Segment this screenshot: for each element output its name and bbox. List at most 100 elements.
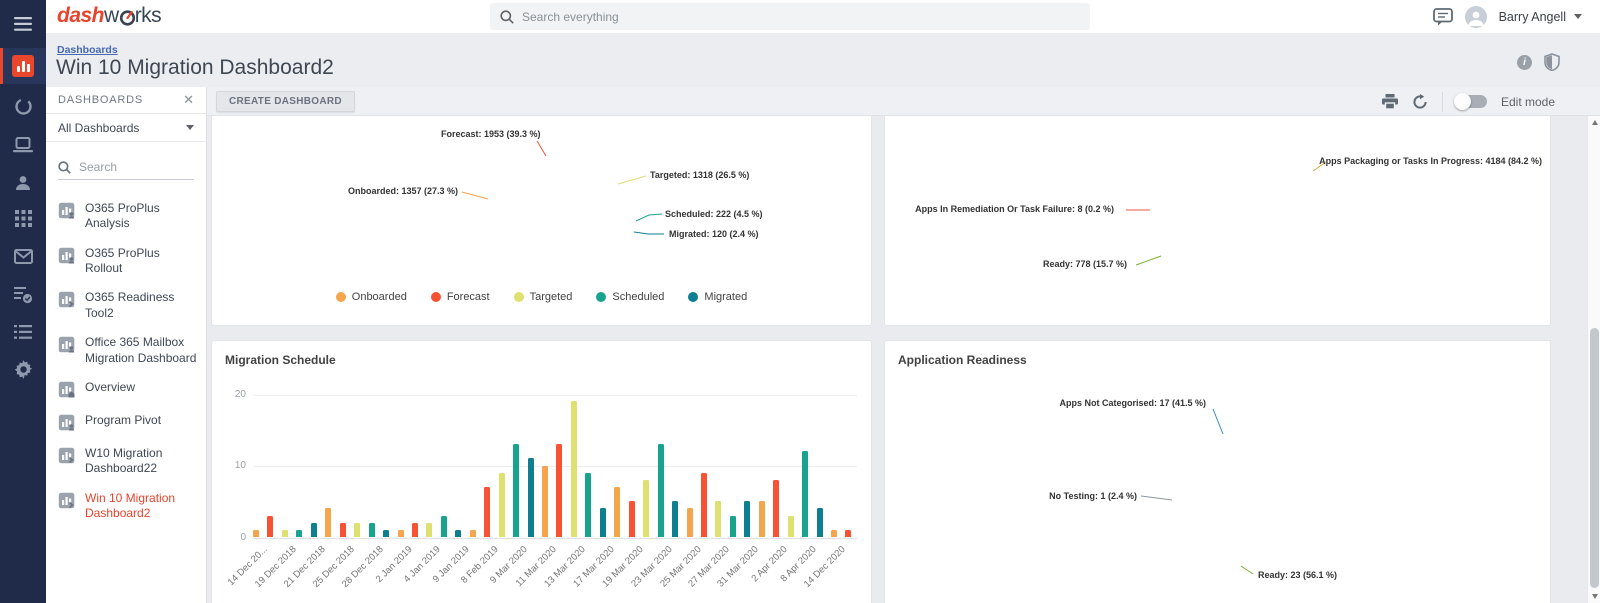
dashboards-filter-select[interactable]: All Dashboards: [46, 114, 206, 142]
bar[interactable]: [787, 515, 794, 537]
nav-applications-icon[interactable]: [0, 200, 46, 236]
donut-slice-forecast[interactable]: [504, 154, 596, 211]
bar[interactable]: [729, 515, 736, 537]
bar[interactable]: [672, 501, 679, 537]
bar[interactable]: [325, 508, 332, 537]
bar[interactable]: [643, 479, 650, 537]
bar[interactable]: [542, 465, 548, 537]
dashboard-list-item[interactable]: W10 Migration Dashboard22: [46, 439, 206, 484]
vertical-scrollbar[interactable]: [1587, 116, 1600, 603]
bar[interactable]: [267, 515, 274, 537]
bar[interactable]: [585, 472, 592, 537]
bar[interactable]: [527, 458, 534, 537]
hamburger-menu-icon[interactable]: [0, 6, 46, 42]
pie-slice-ready[interactable]: [1172, 465, 1307, 568]
donut-slice-onboarded[interactable]: [477, 173, 537, 234]
bar[interactable]: [253, 529, 259, 537]
bar[interactable]: [484, 486, 491, 537]
bar[interactable]: [816, 508, 823, 537]
pie-slice-apps-packaging-or-tasks-in-progress[interactable]: [1150, 123, 1330, 303]
bar[interactable]: [513, 444, 520, 537]
feedback-bubble-icon[interactable]: [1432, 7, 1453, 26]
bar[interactable]: [700, 472, 707, 537]
nav-tasks-icon[interactable]: [0, 277, 46, 313]
legend-item-migrated[interactable]: Migrated: [688, 291, 747, 303]
dashboard-list-item[interactable]: O365 ProPlus Analysis: [46, 194, 206, 239]
user-menu-chevron-icon[interactable]: [1574, 14, 1582, 19]
legend-item-forecast[interactable]: Forecast: [430, 291, 490, 303]
bar[interactable]: [686, 508, 693, 537]
global-search[interactable]: [490, 3, 1090, 30]
info-icon[interactable]: i: [1517, 54, 1532, 70]
bar[interactable]: [339, 522, 346, 537]
donut-slice-migrated[interactable]: [586, 226, 635, 234]
scroll-up-arrow[interactable]: [1588, 116, 1600, 129]
legend-item-targeted[interactable]: Targeted: [513, 291, 572, 303]
nav-users-icon[interactable]: [0, 165, 46, 201]
donut-slice-targeted[interactable]: [570, 164, 633, 227]
nav-settings-gear-icon[interactable]: [0, 351, 46, 387]
bar[interactable]: [426, 522, 433, 537]
scroll-down-arrow[interactable]: [1588, 590, 1600, 603]
user-name[interactable]: Barry Angell: [1499, 10, 1566, 24]
nav-devices-icon[interactable]: [0, 127, 46, 163]
pie-slice-apps-in-remediation-or-task-failure[interactable]: [1150, 210, 1241, 214]
dashboards-search-input[interactable]: [79, 160, 179, 174]
bar[interactable]: [628, 501, 635, 537]
page-title: Win 10 Migration Dashboard2: [56, 56, 334, 79]
bar[interactable]: [570, 401, 577, 537]
user-avatar[interactable]: [1464, 5, 1487, 28]
dashboard-list-item[interactable]: O365 ProPlus Rollout: [46, 239, 206, 284]
legend-item-scheduled[interactable]: Scheduled: [596, 291, 664, 303]
bar[interactable]: [556, 444, 563, 537]
bar[interactable]: [657, 444, 664, 537]
dashboard-list-item[interactable]: Program Pivot: [46, 406, 206, 439]
dashboard-list-item[interactable]: Office 365 Mailbox Migration Dashboard: [46, 328, 206, 373]
edit-mode-toggle[interactable]: [1453, 93, 1487, 110]
bar[interactable]: [296, 529, 303, 537]
bar[interactable]: [455, 529, 462, 537]
dashboards-search[interactable]: [58, 160, 194, 180]
breadcrumb[interactable]: Dashboards: [57, 44, 118, 56]
dashworks-logo[interactable]: dash w rks: [57, 4, 162, 28]
scrollbar-thumb[interactable]: [1589, 328, 1599, 588]
bar[interactable]: [773, 479, 780, 537]
print-icon[interactable]: [1381, 94, 1398, 109]
bar[interactable]: [281, 529, 288, 537]
nav-dashboards-icon[interactable]: [0, 48, 46, 84]
bar[interactable]: [469, 529, 476, 537]
bar[interactable]: [758, 501, 765, 537]
refresh-icon[interactable]: [1412, 93, 1428, 110]
donut-slice-scheduled[interactable]: [585, 215, 635, 232]
legend-item-onboarded[interactable]: Onboarded: [335, 291, 407, 303]
pie-slice-apps-not-categorised[interactable]: [1171, 432, 1298, 501]
bar[interactable]: [831, 529, 837, 537]
close-icon[interactable]: ✕: [183, 92, 194, 108]
pie-slice-ready[interactable]: [1150, 211, 1241, 288]
bar[interactable]: [310, 522, 317, 537]
dashboard-list-item[interactable]: O365 Readiness Tool2: [46, 283, 206, 328]
bar[interactable]: [845, 529, 852, 537]
bar[interactable]: [744, 501, 751, 537]
bar[interactable]: [397, 529, 404, 537]
bar[interactable]: [440, 515, 447, 537]
bar[interactable]: [715, 501, 722, 537]
global-search-input[interactable]: [522, 9, 1062, 24]
shield-icon[interactable]: [1544, 53, 1560, 71]
main-content: Forecast: 1953 (39.3 %) Onboarded: 1357 …: [207, 116, 1600, 603]
nav-mailboxes-icon[interactable]: [0, 238, 46, 274]
bar[interactable]: [498, 472, 505, 537]
bar[interactable]: [614, 486, 621, 537]
bar[interactable]: [368, 522, 375, 537]
dashboard-list-item[interactable]: Overview: [46, 373, 206, 406]
nav-projects-icon[interactable]: [0, 88, 46, 124]
bar[interactable]: [411, 522, 418, 537]
dashboard-list-item[interactable]: Win 10 Migration Dashboard2: [46, 484, 206, 529]
bar[interactable]: [354, 522, 361, 537]
bar[interactable]: [383, 529, 390, 537]
bar[interactable]: [599, 508, 606, 537]
create-dashboard-button[interactable]: CREATE DASHBOARD: [216, 91, 355, 112]
nav-lists-icon[interactable]: [0, 314, 46, 350]
pie-slice-no-testing[interactable]: [1171, 498, 1240, 510]
bar[interactable]: [802, 451, 809, 537]
